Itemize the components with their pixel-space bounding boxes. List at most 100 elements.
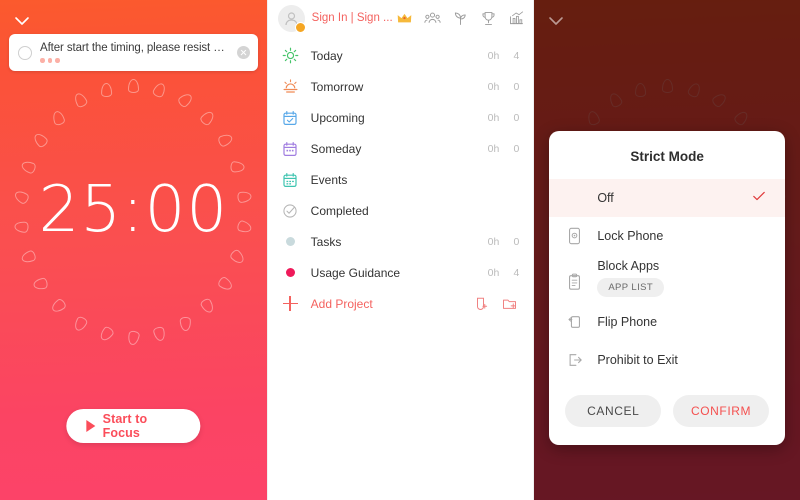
sidebar-item-today[interactable]: Today 0h 4 bbox=[268, 40, 534, 71]
option-label: Block Apps bbox=[597, 259, 660, 273]
coin-badge-icon bbox=[294, 21, 306, 33]
option-label: Lock Phone bbox=[597, 229, 664, 243]
petal-shape bbox=[230, 161, 246, 174]
strict-mode-panel: Strict Mode Off Lock Phone Block Apps AP… bbox=[533, 0, 800, 500]
calendar-event-icon bbox=[281, 170, 300, 189]
sidebar-item-usage-guidance[interactable]: Usage Guidance 0h 4 bbox=[268, 257, 534, 288]
sidebar-item-someday[interactable]: Someday 0h 0 bbox=[268, 133, 534, 164]
item-meta: 0h 4 bbox=[477, 49, 520, 62]
header-icon-group bbox=[396, 10, 525, 27]
option-icon-placeholder bbox=[567, 189, 584, 208]
option-block-apps[interactable]: Block Apps APP LIST bbox=[549, 255, 785, 303]
option-lock-phone[interactable]: Lock Phone bbox=[549, 217, 785, 255]
start-button-label: Start to Focus bbox=[102, 412, 148, 440]
option-flip-phone[interactable]: Flip Phone bbox=[549, 303, 785, 341]
petal-shape bbox=[151, 80, 168, 99]
add-project-row[interactable]: Add Project bbox=[268, 288, 534, 319]
petal-shape bbox=[72, 314, 90, 333]
item-count: 4 bbox=[513, 266, 520, 279]
confirm-button[interactable]: CONFIRM bbox=[673, 395, 769, 427]
add-tag-icon[interactable] bbox=[473, 296, 488, 311]
trophy-icon[interactable] bbox=[480, 10, 497, 27]
strict-mode-dialog: Strict Mode Off Lock Phone Block Apps AP… bbox=[549, 131, 785, 445]
petal-shape bbox=[127, 79, 139, 93]
add-project-label: Add Project bbox=[310, 296, 373, 311]
timer-display: 25:00 bbox=[38, 173, 229, 247]
petal-shape bbox=[97, 325, 115, 344]
dialog-actions: CANCEL CONFIRM bbox=[549, 379, 785, 445]
item-hours: 0h bbox=[487, 142, 500, 155]
petal-shape bbox=[126, 330, 140, 346]
sidebar-item-completed[interactable]: Completed bbox=[268, 195, 534, 226]
petal-shape bbox=[32, 276, 49, 291]
focus-timer-panel: After start the timing, please resist al… bbox=[0, 0, 267, 500]
cancel-button[interactable]: CANCEL bbox=[565, 395, 662, 427]
item-meta: 0h 0 bbox=[477, 80, 520, 93]
sidebar-item-label: Completed bbox=[310, 203, 369, 218]
chevron-down-icon[interactable] bbox=[12, 11, 32, 31]
sprout-icon[interactable] bbox=[452, 10, 469, 27]
close-circle-icon[interactable] bbox=[236, 46, 250, 59]
sidebar-item-tomorrow[interactable]: Tomorrow 0h 0 bbox=[268, 71, 534, 102]
exit-icon bbox=[567, 351, 584, 370]
check-icon bbox=[751, 188, 767, 209]
petal-shape bbox=[49, 297, 68, 315]
item-hours: 0h bbox=[487, 266, 500, 279]
item-hours: 0h bbox=[487, 80, 500, 93]
bar-chart-icon[interactable] bbox=[508, 10, 525, 27]
lock-phone-icon bbox=[567, 227, 584, 246]
item-hours: 0h bbox=[487, 235, 500, 248]
start-to-focus-button[interactable]: Start to Focus bbox=[66, 409, 200, 443]
sidebar-item-tasks[interactable]: Tasks 0h 0 bbox=[268, 226, 534, 257]
plus-icon bbox=[281, 294, 300, 313]
item-meta: 0h 0 bbox=[477, 235, 520, 248]
add-project-actions bbox=[473, 296, 517, 311]
task-body: After start the timing, please resist al… bbox=[40, 42, 231, 63]
dot-icon bbox=[281, 232, 300, 251]
people-group-icon[interactable] bbox=[424, 10, 441, 27]
app-list-chip[interactable]: APP LIST bbox=[597, 278, 665, 297]
option-label: Off bbox=[597, 191, 614, 205]
petal-shape bbox=[179, 316, 191, 331]
petal-shape bbox=[198, 108, 217, 127]
petal-shape bbox=[152, 326, 167, 343]
option-content: Block Apps APP LIST bbox=[597, 259, 665, 297]
check-circle-icon bbox=[281, 201, 300, 220]
sidebar-item-label: Events bbox=[310, 172, 348, 187]
sign-in-link[interactable]: Sign In | Sign ... bbox=[312, 12, 393, 24]
calendar-check-icon bbox=[281, 108, 300, 127]
task-title: After start the timing, please resist al… bbox=[40, 42, 231, 55]
item-count: 0 bbox=[513, 80, 520, 93]
option-off[interactable]: Off bbox=[549, 179, 785, 217]
option-label: Prohibit to Exit bbox=[597, 353, 678, 367]
sidebar-item-label: Upcoming bbox=[310, 110, 365, 125]
user-avatar-icon[interactable] bbox=[277, 4, 306, 33]
option-prohibit-to-exit[interactable]: Prohibit to Exit bbox=[549, 341, 785, 379]
item-count: 0 bbox=[513, 142, 520, 155]
petal-shape bbox=[216, 132, 234, 149]
chevron-down-icon[interactable] bbox=[546, 11, 566, 31]
current-task-card[interactable]: After start the timing, please resist al… bbox=[9, 34, 258, 71]
petal-shape bbox=[216, 275, 235, 293]
project-list: Today 0h 4 Tomorrow 0h 0 Upcoming 0h 0 S… bbox=[268, 36, 534, 319]
task-checkbox[interactable] bbox=[18, 45, 32, 60]
item-hours: 0h bbox=[487, 49, 500, 62]
item-count: 0 bbox=[513, 111, 520, 124]
project-list-panel: Sign In | Sign ... Today 0h 4 Tomorrow 0… bbox=[266, 0, 534, 500]
option-label: Flip Phone bbox=[597, 315, 658, 329]
sidebar-item-label: Tasks bbox=[310, 234, 342, 249]
flip-phone-icon bbox=[567, 313, 584, 332]
sidebar-item-upcoming[interactable]: Upcoming 0h 0 bbox=[268, 102, 534, 133]
sidebar-item-label: Someday bbox=[310, 141, 362, 156]
sidebar-item-label: Tomorrow bbox=[310, 79, 364, 94]
dot-icon bbox=[281, 263, 300, 282]
add-folder-icon[interactable] bbox=[502, 296, 517, 311]
item-meta: 0h 4 bbox=[477, 266, 520, 279]
crown-icon[interactable] bbox=[396, 10, 413, 27]
sidebar-item-events[interactable]: Events bbox=[268, 164, 534, 195]
item-meta: 0h 0 bbox=[477, 142, 520, 155]
item-meta: 0h 0 bbox=[477, 111, 520, 124]
pomodoro-dots bbox=[40, 58, 231, 63]
petal-shape bbox=[176, 91, 194, 110]
item-hours: 0h bbox=[487, 111, 500, 124]
